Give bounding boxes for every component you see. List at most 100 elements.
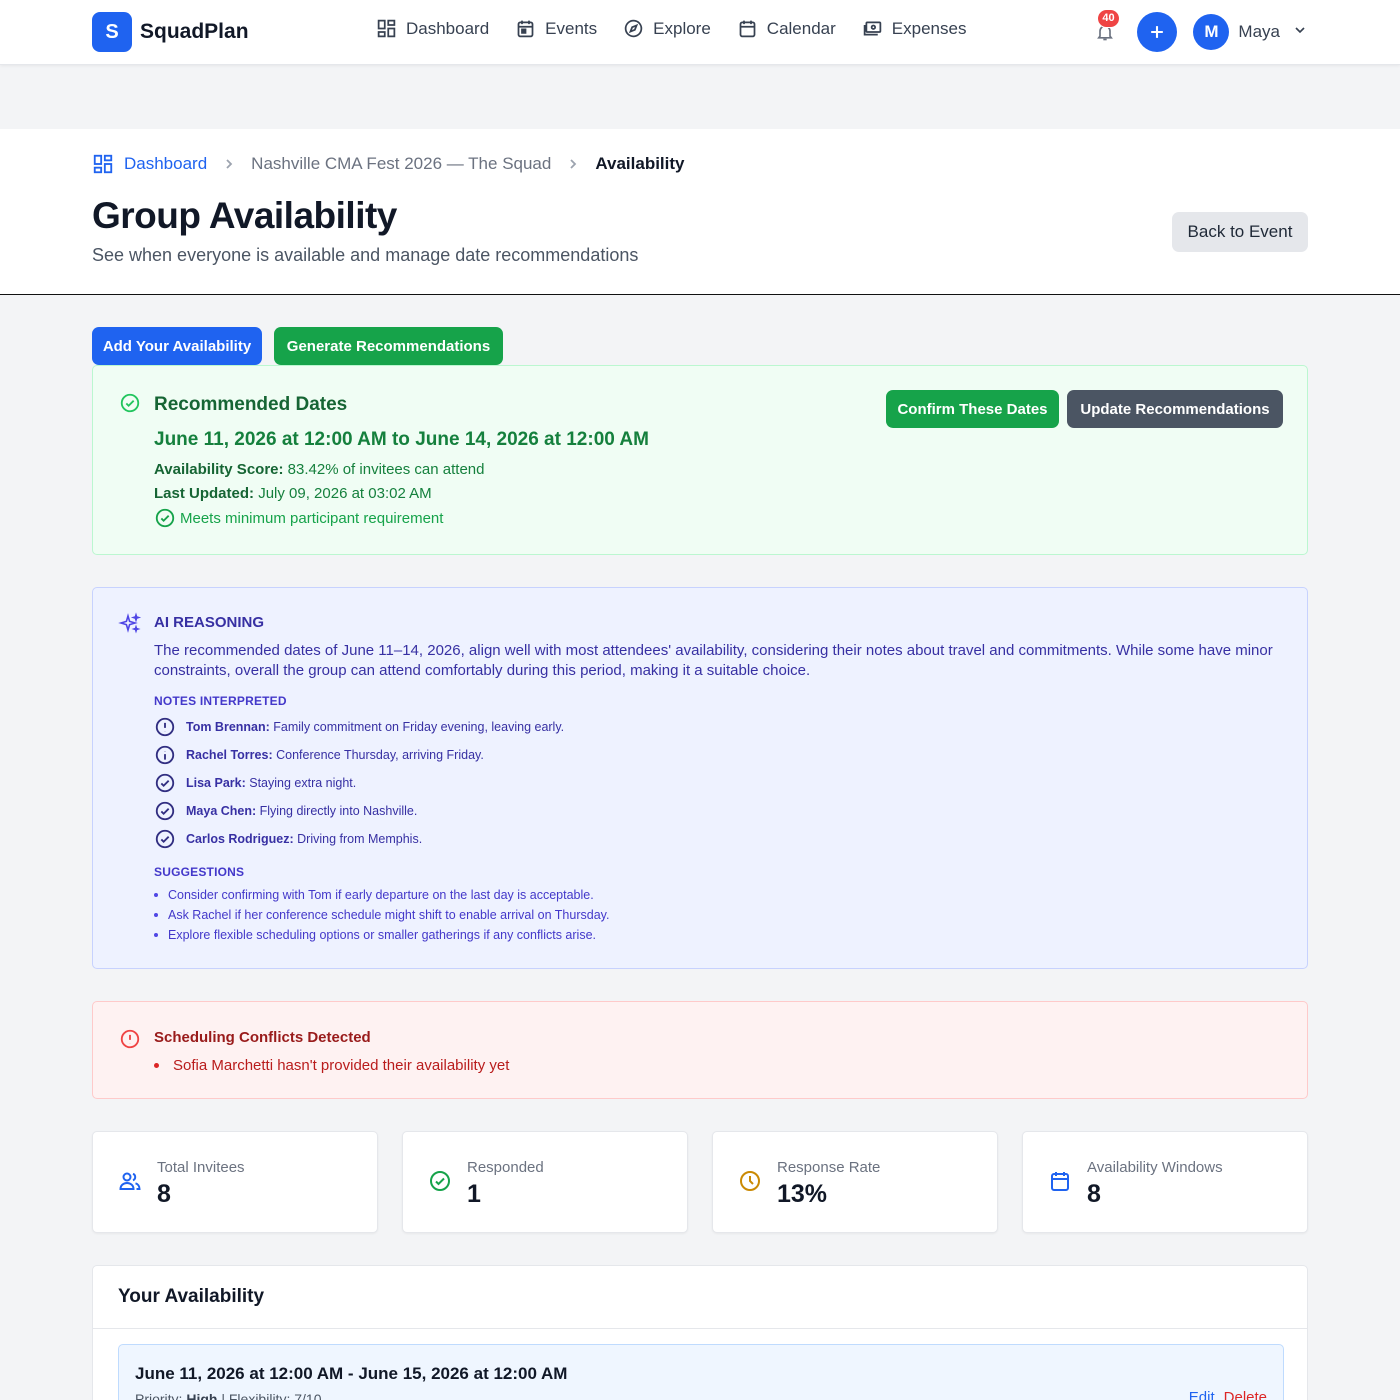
calendar-icon [1051, 1172, 1069, 1191]
note-text: Carlos Rodriguez: Driving from Memphis. [186, 832, 422, 846]
nav-explore[interactable]: Explore [623, 18, 711, 39]
ai-reasoning-card: AI REASONING The recommended dates of Ju… [92, 587, 1308, 969]
nav-explore-label: Explore [653, 18, 711, 38]
user-name[interactable]: Maya [1238, 22, 1280, 42]
meets-requirement: Meets minimum participant requirement [154, 507, 443, 529]
stat-total-invitees: Total Invitees 8 [92, 1131, 378, 1233]
availability-score-value: 83.42% of invitees can attend [287, 461, 485, 478]
nav-right: 40 M Maya [1091, 9, 1308, 52]
note-item: Tom Brennan: Family commitment on Friday… [154, 716, 564, 738]
bullet [154, 933, 158, 937]
priority-label: Priority: [135, 1391, 183, 1400]
bullet [154, 913, 158, 917]
breadcrumb-dashboard-label: Dashboard [124, 154, 208, 173]
nav-calendar[interactable]: Calendar [737, 18, 836, 39]
availability-score-label: Availability Score: [154, 461, 284, 478]
breadcrumb-dashboard[interactable]: Dashboard [92, 153, 207, 175]
plus-icon [1151, 26, 1164, 38]
note-author: Maya Chen: [186, 804, 257, 818]
suggestion-item: Ask Rachel if her conference schedule mi… [154, 908, 609, 922]
stat-responded: Responded 1 [402, 1131, 688, 1233]
stat-label: Response Rate [777, 1159, 881, 1176]
note-item: Carlos Rodriguez: Driving from Memphis. [154, 828, 422, 850]
window-actions: Edit Delete [1189, 1389, 1267, 1400]
suggestion-text: Consider confirming with Tom if early de… [168, 888, 594, 902]
check-circle-icon [120, 393, 140, 413]
delete-window-link[interactable]: Delete [1224, 1389, 1267, 1400]
note-text: Rachel Torres: Conference Thursday, arri… [186, 748, 484, 762]
nav-dashboard-label: Dashboard [406, 18, 490, 38]
back-to-event-button[interactable]: Back to Event [1172, 212, 1308, 252]
add-availability-button[interactable]: Add Your Availability [92, 327, 262, 365]
recommended-dates-card: Recommended Dates June 11, 2026 at 12:00… [92, 365, 1308, 555]
breadcrumb: Dashboard Nashville CMA Fest 2026 — The … [92, 153, 685, 175]
note-body: Conference Thursday, arriving Friday. [276, 748, 484, 762]
availability-window: June 11, 2026 at 12:00 AM - June 15, 202… [118, 1344, 1284, 1400]
user-menu-toggle[interactable] [1292, 22, 1308, 43]
chevron-down-icon [1295, 26, 1305, 33]
events-icon [517, 20, 534, 38]
check-circle-icon [155, 773, 175, 793]
nav-dashboard[interactable]: Dashboard [376, 18, 489, 39]
create-button[interactable] [1137, 12, 1178, 52]
user-avatar[interactable]: M [1193, 14, 1230, 50]
check-circle-icon [430, 1171, 450, 1191]
suggestion-text: Ask Rachel if her conference schedule mi… [168, 908, 610, 922]
confirm-dates-button[interactable]: Confirm These Dates [886, 390, 1059, 428]
stat-label: Availability Windows [1087, 1159, 1223, 1176]
note-author: Tom Brennan: [186, 720, 270, 734]
availability-score: Availability Score: 83.42% of invitees c… [154, 461, 484, 478]
note-item: Maya Chen: Flying directly into Nashvill… [154, 800, 417, 822]
conflict-text: Sofia Marchetti hasn't provided their av… [173, 1057, 510, 1074]
check-circle-icon [155, 508, 175, 528]
last-updated: Last Updated: July 09, 2026 at 03:02 AM [154, 485, 432, 502]
breadcrumb-separator [223, 158, 235, 170]
meets-requirement-text: Meets minimum participant requirement [180, 509, 444, 527]
edit-window-link[interactable]: Edit [1189, 1389, 1215, 1400]
suggestion-text: Explore flexible scheduling options or s… [168, 928, 596, 942]
suggestion-item: Consider confirming with Tom if early de… [154, 888, 594, 902]
compass-icon [624, 19, 643, 38]
priority-value: High [186, 1391, 218, 1400]
update-recommendations-button[interactable]: Update Recommendations [1067, 390, 1283, 428]
brand[interactable]: S SquadPlan [92, 12, 249, 52]
nav-expenses-label: Expenses [891, 18, 967, 38]
conflicts-card: Scheduling Conflicts Detected Sofia Marc… [92, 1001, 1308, 1099]
last-updated-label: Last Updated: [154, 485, 255, 502]
note-text: Maya Chen: Flying directly into Nashvill… [186, 804, 417, 818]
calendar-icon [739, 20, 756, 38]
note-text: Lisa Park: Staying extra night. [186, 776, 356, 790]
page-title: Group Availability [92, 195, 397, 236]
page-subtitle: See when everyone is available and manag… [92, 245, 639, 265]
stat-availability-windows: Availability Windows 8 [1022, 1131, 1308, 1233]
check-circle-icon [155, 801, 175, 821]
notifications-button[interactable]: 40 [1091, 9, 1120, 46]
bullet [154, 1063, 159, 1068]
check-circle-icon [155, 829, 175, 849]
top-navbar: S SquadPlan Dashboard Events Explore Cal… [0, 0, 1400, 65]
alert-circle-icon [120, 1029, 140, 1049]
users-icon [119, 1172, 141, 1190]
dashboard-icon [377, 19, 396, 38]
flexibility-value: 7/10 [294, 1391, 322, 1400]
note-item: Lisa Park: Staying extra night. [154, 772, 356, 794]
note-author: Lisa Park: [186, 776, 246, 790]
ai-reasoning-text: The recommended dates of June 11–14, 202… [154, 642, 1273, 679]
brand-logo: S [92, 12, 132, 52]
nav-expenses[interactable]: Expenses [862, 18, 967, 39]
nav-events[interactable]: Events [515, 18, 597, 39]
note-author: Carlos Rodriguez: [186, 832, 294, 846]
generate-recommendations-button[interactable]: Generate Recommendations [274, 327, 503, 365]
main-nav: Dashboard Events Explore Calendar Expens… [376, 18, 966, 39]
stat-response-rate: Response Rate 13% [712, 1131, 998, 1233]
recommended-title: Recommended Dates [154, 394, 348, 415]
recommended-range: June 11, 2026 at 12:00 AM to June 14, 20… [154, 429, 649, 450]
page-header: Dashboard Nashville CMA Fest 2026 — The … [0, 129, 1400, 295]
stat-label: Responded [467, 1159, 544, 1176]
chevron-right-icon [570, 159, 577, 169]
note-body: Flying directly into Nashville. [259, 804, 418, 818]
stat-value: 8 [157, 1180, 171, 1208]
your-availability-header: Your Availability [93, 1266, 1307, 1329]
dashboard-icon [93, 154, 113, 174]
breadcrumb-event[interactable]: Nashville CMA Fest 2026 — The Squad [251, 154, 551, 174]
